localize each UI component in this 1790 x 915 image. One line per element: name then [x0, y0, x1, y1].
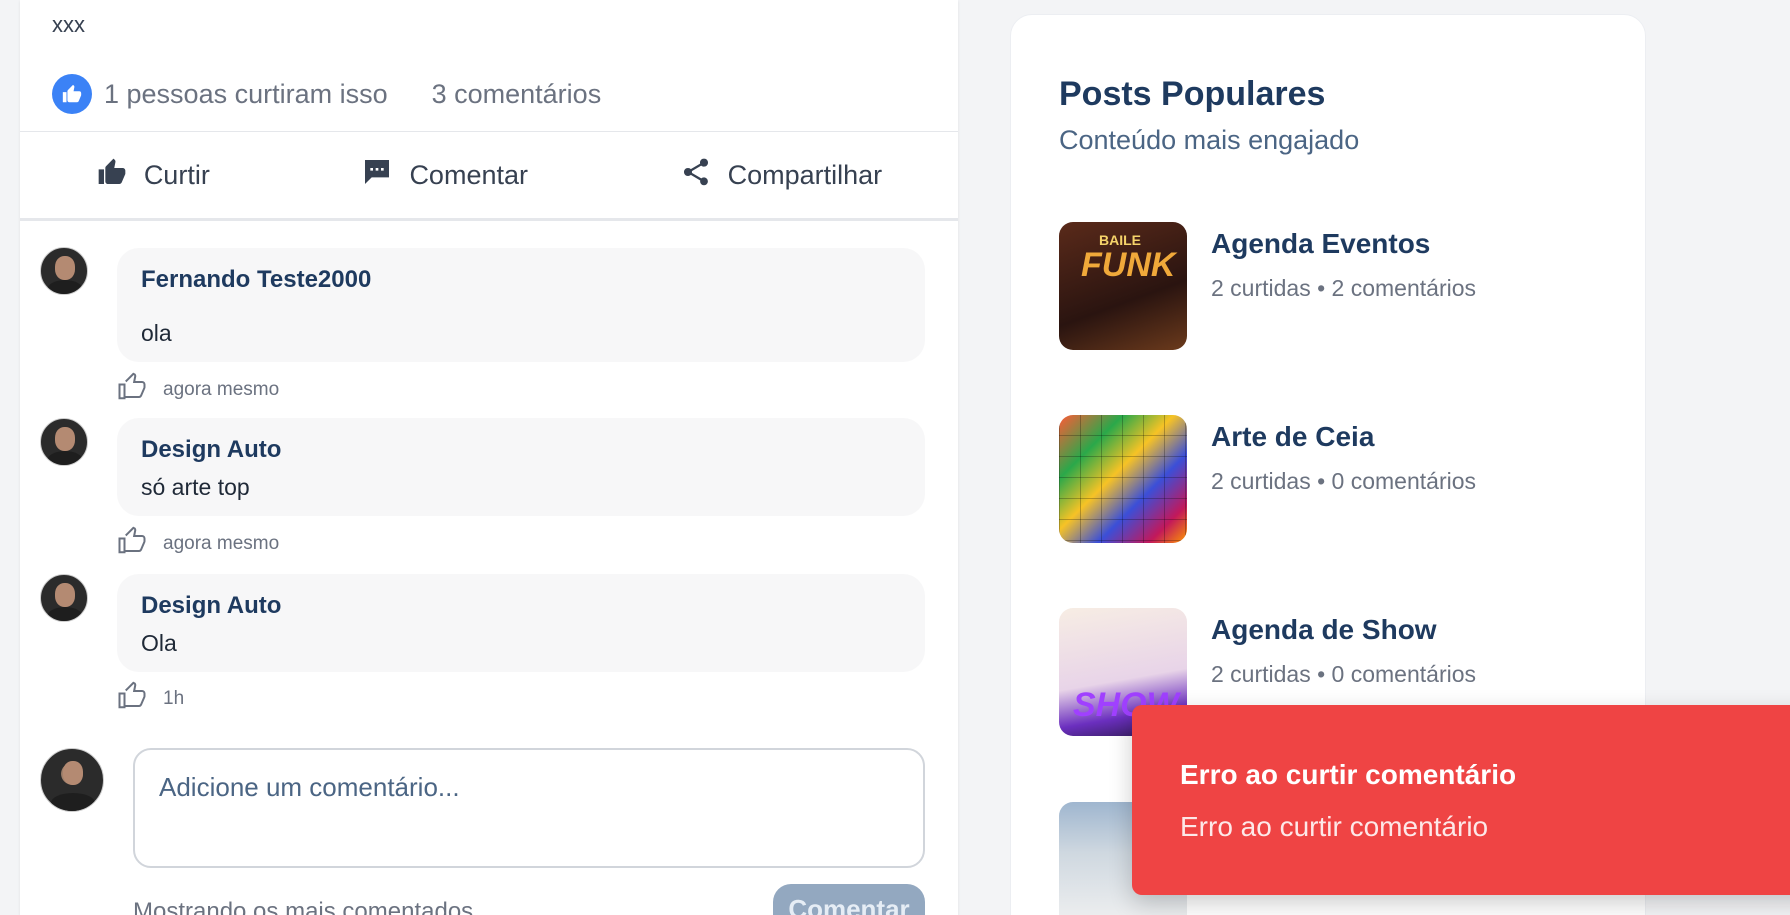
comment-meta: agora mesmo	[117, 372, 279, 408]
post-text: xxx	[52, 12, 85, 37]
popular-post-item[interactable]: BAILE FUNK Agenda Eventos 2 curtidas • 2…	[1059, 222, 1619, 352]
reactions-summary: 1 pessoas curtiram isso 3 comentários	[52, 74, 601, 114]
comment-like-icon[interactable]	[117, 526, 147, 562]
submit-comment-button[interactable]: Comentar	[773, 884, 925, 915]
likes-count-link[interactable]: 1 pessoas curtiram isso	[104, 79, 388, 110]
share-button-label: Compartilhar	[727, 159, 883, 190]
comment-bubble: Design Auto só arte top	[117, 418, 925, 516]
popular-post-name: Agenda Eventos	[1211, 228, 1431, 259]
comment-meta: agora mesmo	[117, 526, 279, 562]
error-toast[interactable]: Erro ao curtir comentário Erro ao curtir…	[1132, 705, 1790, 895]
comment-like-icon[interactable]	[117, 372, 147, 408]
post-thumbnail	[1059, 415, 1187, 543]
comment-avatar[interactable]	[40, 418, 88, 466]
comment-text: só arte top	[141, 474, 250, 500]
comment-bubble-icon	[361, 156, 393, 195]
toast-title: Erro ao curtir comentário	[1180, 759, 1517, 790]
comments-sort-hint: Mostrando os mais comentados	[133, 898, 474, 915]
like-badge-icon	[52, 74, 92, 114]
share-icon	[680, 156, 712, 195]
comments-count-link[interactable]: 3 comentários	[432, 79, 602, 110]
popular-post-stats: 2 curtidas • 2 comentários	[1211, 275, 1477, 301]
comment-text: ola	[141, 320, 172, 346]
popular-post-name: Arte de Ceia	[1211, 421, 1375, 452]
toast-message: Erro ao curtir comentário	[1180, 811, 1489, 842]
popular-posts-title: Posts Populares	[1059, 75, 1326, 113]
like-button-label: Curtir	[143, 159, 210, 190]
post-card: xxx 1 pessoas curtiram isso 3 comentário…	[20, 0, 958, 915]
comment-avatar[interactable]	[40, 574, 88, 622]
comment-author[interactable]: Design Auto	[141, 436, 901, 464]
comment-time: agora mesmo	[163, 379, 280, 400]
popular-posts-subtitle: Conteúdo mais engajado	[1059, 125, 1360, 155]
popular-post-name: Agenda de Show	[1211, 614, 1437, 645]
comment-bubble: Fernando Teste2000 ola	[117, 248, 925, 362]
like-button[interactable]: Curtir	[96, 156, 210, 195]
popular-post-item[interactable]: Arte de Ceia 2 curtidas • 0 comentários	[1059, 415, 1619, 545]
comment-author[interactable]: Fernando Teste2000	[141, 266, 901, 294]
comment-time: 1h	[163, 688, 185, 709]
popular-post-stats: 2 curtidas • 0 comentários	[1211, 468, 1477, 494]
comment-bubble: Design Auto Ola	[117, 574, 925, 672]
post-action-bar: Curtir Comentar Compartilhar	[20, 131, 958, 221]
post-thumbnail: BAILE FUNK	[1059, 222, 1187, 350]
thumbs-up-icon	[96, 156, 128, 195]
comment-meta: 1h	[117, 681, 184, 717]
comment-input[interactable]	[133, 748, 925, 868]
comment-author[interactable]: Design Auto	[141, 592, 901, 620]
comment-button-label: Comentar	[409, 159, 528, 190]
current-user-avatar	[40, 748, 104, 812]
comment-like-icon[interactable]	[117, 681, 147, 717]
comment-button[interactable]: Comentar	[361, 156, 528, 195]
share-button[interactable]: Compartilhar	[680, 156, 883, 195]
comment-avatar[interactable]	[40, 247, 88, 295]
comment-time: agora mesmo	[163, 533, 280, 554]
comment-text: Ola	[141, 630, 177, 656]
popular-post-stats: 2 curtidas • 0 comentários	[1211, 661, 1477, 687]
